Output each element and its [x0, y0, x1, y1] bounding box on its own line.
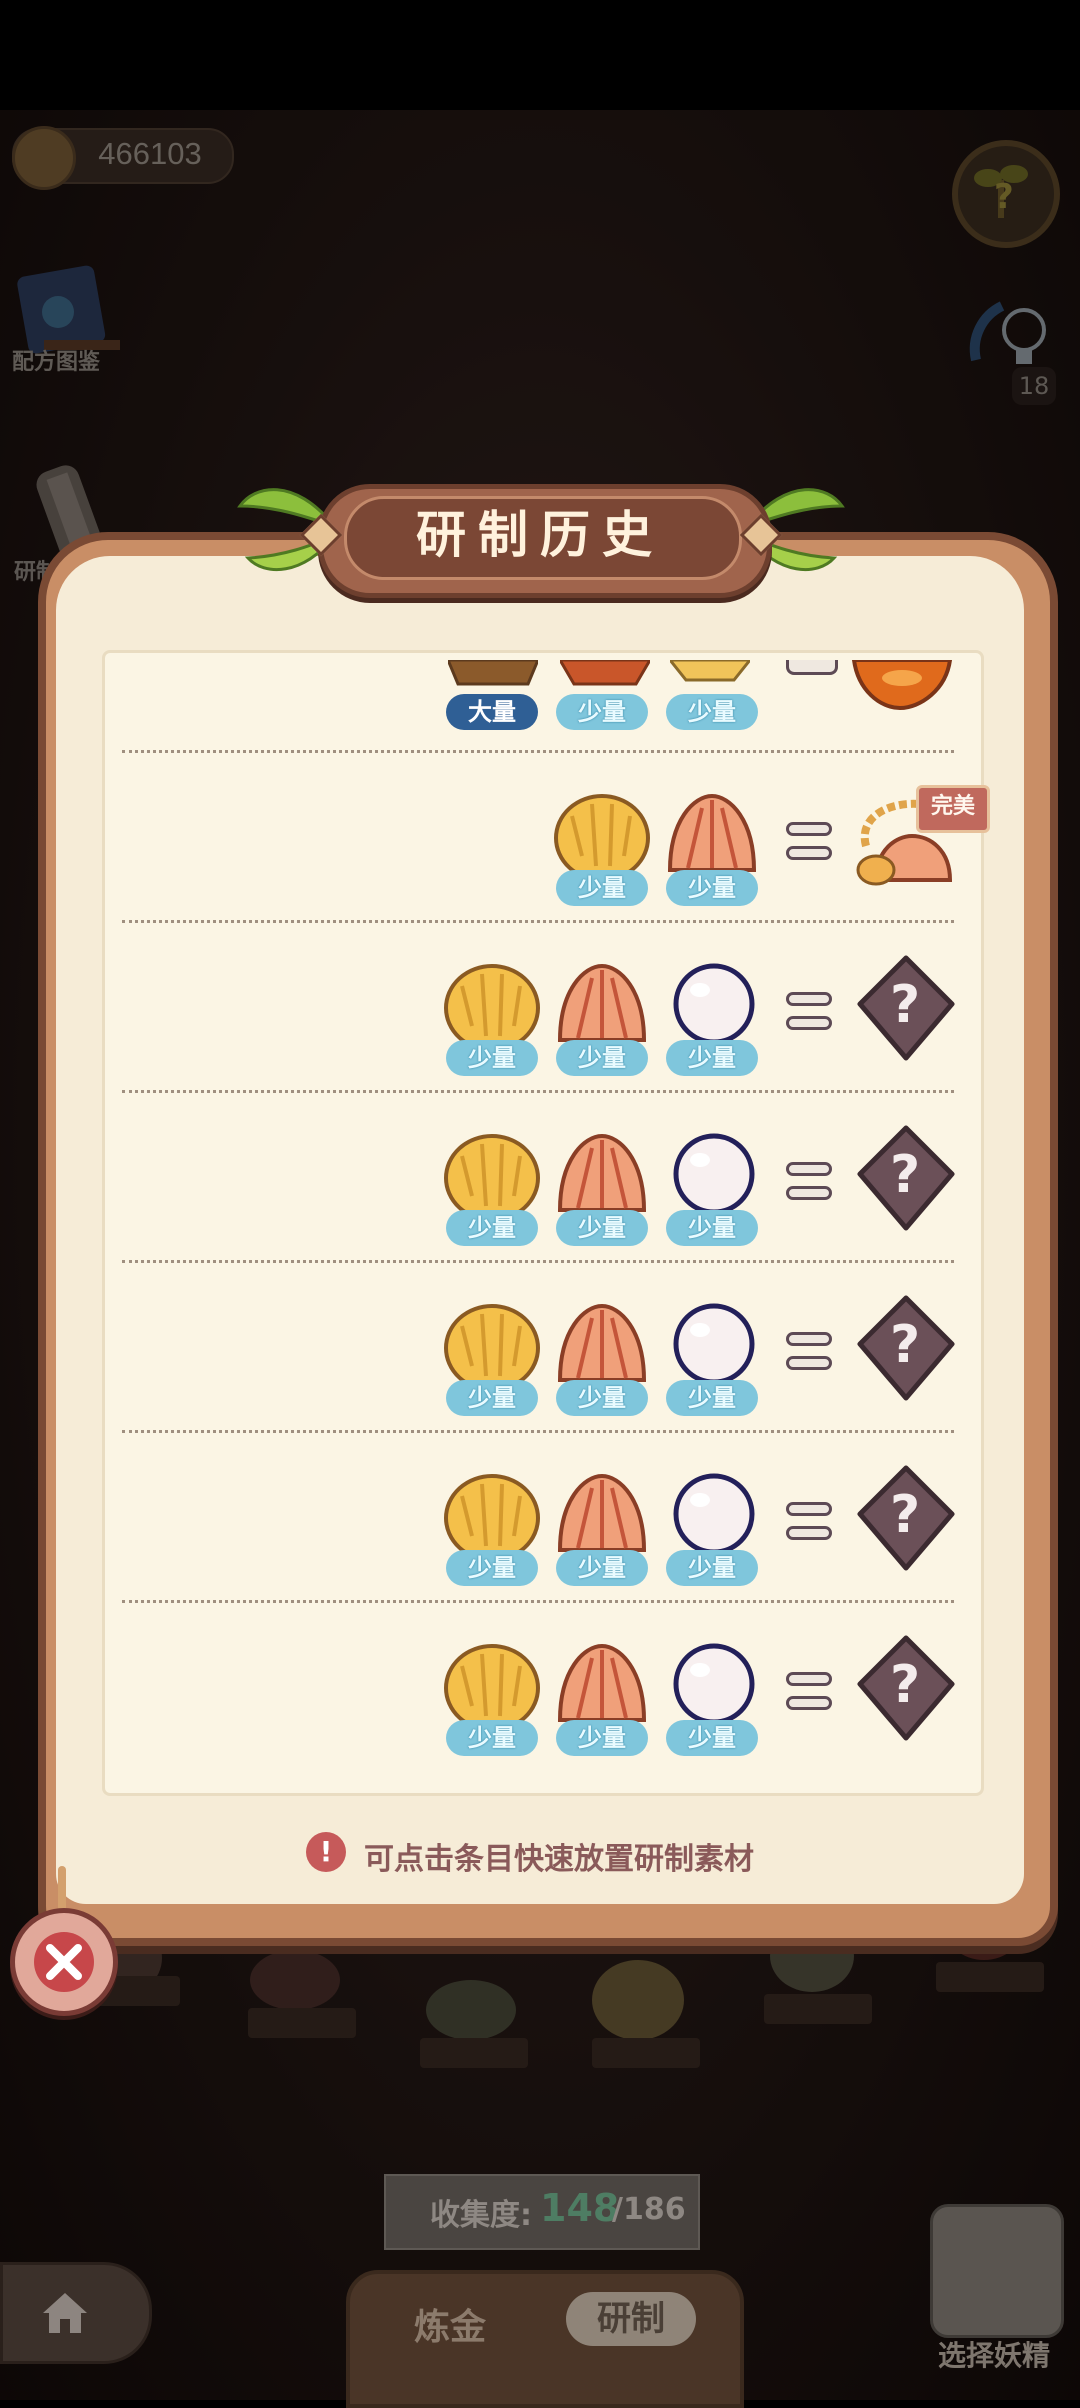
pearl-icon	[673, 1303, 755, 1385]
row-separator	[122, 750, 954, 753]
quantity-tag: 少量	[446, 1720, 538, 1756]
history-row[interactable]: ? 少量 少量 少量	[102, 1100, 978, 1270]
history-row[interactable]: 大量 少量 少量	[102, 660, 978, 748]
quantity-tag: 大量	[446, 694, 538, 730]
quantity-tag: 少量	[666, 1210, 758, 1246]
quantity-tag: 少量	[446, 1380, 538, 1416]
coconut-icon	[444, 964, 540, 1052]
quantity-tag: 少量	[446, 1210, 538, 1246]
pearl-icon	[673, 1473, 755, 1555]
perfect-badge: 完美	[916, 785, 990, 833]
history-row[interactable]: 少量 少量	[102, 760, 978, 930]
tab-alchemy[interactable]: 炼金	[414, 2298, 486, 2350]
quantity-tag: 少量	[666, 1550, 758, 1586]
quantity-tag: 少量	[666, 1380, 758, 1416]
home-icon	[43, 2293, 87, 2333]
equals-sign	[786, 1502, 832, 1542]
close-rope	[58, 1866, 66, 1912]
svg-text:?: ?	[890, 1315, 920, 1375]
quantity-tag: 少量	[666, 694, 758, 730]
quantity-tag: 少量	[556, 1550, 648, 1586]
quantity-tag: 少量	[666, 1040, 758, 1076]
select-fairy-button[interactable]	[930, 2204, 1064, 2338]
equals-sign	[786, 1162, 832, 1202]
unknown-result-icon: ?	[857, 1295, 955, 1401]
history-row[interactable]: ? 少量 少量 少量	[102, 1610, 978, 1780]
close-button[interactable]	[10, 1908, 118, 2016]
unknown-result-icon: ?	[857, 1125, 955, 1231]
coconut-icon	[444, 1474, 540, 1562]
close-icon	[34, 1932, 94, 1992]
coconut-icon	[444, 1304, 540, 1392]
equals-sign	[786, 822, 832, 862]
select-fairy-label[interactable]: 选择妖精	[938, 2334, 1050, 2374]
quantity-tag: 少量	[666, 870, 758, 906]
hint-text: 可点击条目快速放置研制素材	[364, 1842, 754, 1877]
svg-text:?: ?	[890, 975, 920, 1035]
dialog-title: 研制历史	[416, 506, 664, 564]
clam-shell-icon	[667, 793, 757, 872]
pearl-icon	[673, 963, 755, 1045]
collection-total: /186	[612, 2192, 686, 2227]
alert-icon: !	[306, 1832, 346, 1872]
history-row[interactable]: ? 少量 少量 少量	[102, 1270, 978, 1440]
history-row[interactable]: ? 少量 少量 少量	[102, 1440, 978, 1610]
home-button[interactable]	[0, 2262, 152, 2364]
material-icon	[670, 660, 750, 682]
coconut-icon	[554, 794, 650, 882]
equals-sign	[786, 660, 838, 675]
quantity-tag: 少量	[556, 1210, 648, 1246]
pearl-icon	[673, 1133, 755, 1215]
quantity-tag: 少量	[556, 1040, 648, 1076]
collection-label: 收集度:	[430, 2198, 532, 2233]
quantity-tag: 少量	[446, 1040, 538, 1076]
equals-sign	[786, 992, 832, 1032]
collection-value: 148	[540, 2186, 620, 2230]
coconut-icon	[444, 1134, 540, 1222]
quantity-tag: 少量	[556, 694, 648, 730]
clam-shell-icon	[557, 1473, 647, 1552]
equals-sign	[786, 1332, 832, 1372]
unknown-result-icon: ?	[857, 1635, 955, 1741]
quantity-tag: 少量	[446, 1550, 538, 1586]
result-icon	[851, 660, 953, 711]
coconut-icon	[444, 1644, 540, 1732]
quantity-tag: 少量	[666, 1720, 758, 1756]
pearl-icon	[673, 1643, 755, 1725]
quantity-tag: 少量	[556, 1380, 648, 1416]
material-icon	[448, 660, 538, 686]
unknown-result-icon: ?	[857, 1465, 955, 1571]
quantity-tag: 少量	[556, 1720, 648, 1756]
clam-shell-icon	[557, 1303, 647, 1382]
svg-text:?: ?	[890, 1655, 920, 1715]
clam-shell-icon	[557, 1133, 647, 1212]
equals-sign	[786, 1672, 832, 1712]
quantity-tag: 少量	[556, 870, 648, 906]
svg-text:?: ?	[890, 1145, 920, 1205]
clam-shell-icon	[557, 1643, 647, 1722]
history-row[interactable]: ? 少量 少量 少量	[102, 930, 978, 1100]
unknown-result-icon: ?	[857, 955, 955, 1061]
clam-shell-icon	[557, 963, 647, 1042]
tab-research[interactable]: 研制	[566, 2292, 696, 2346]
svg-text:?: ?	[890, 1485, 920, 1545]
material-icon	[560, 660, 650, 686]
